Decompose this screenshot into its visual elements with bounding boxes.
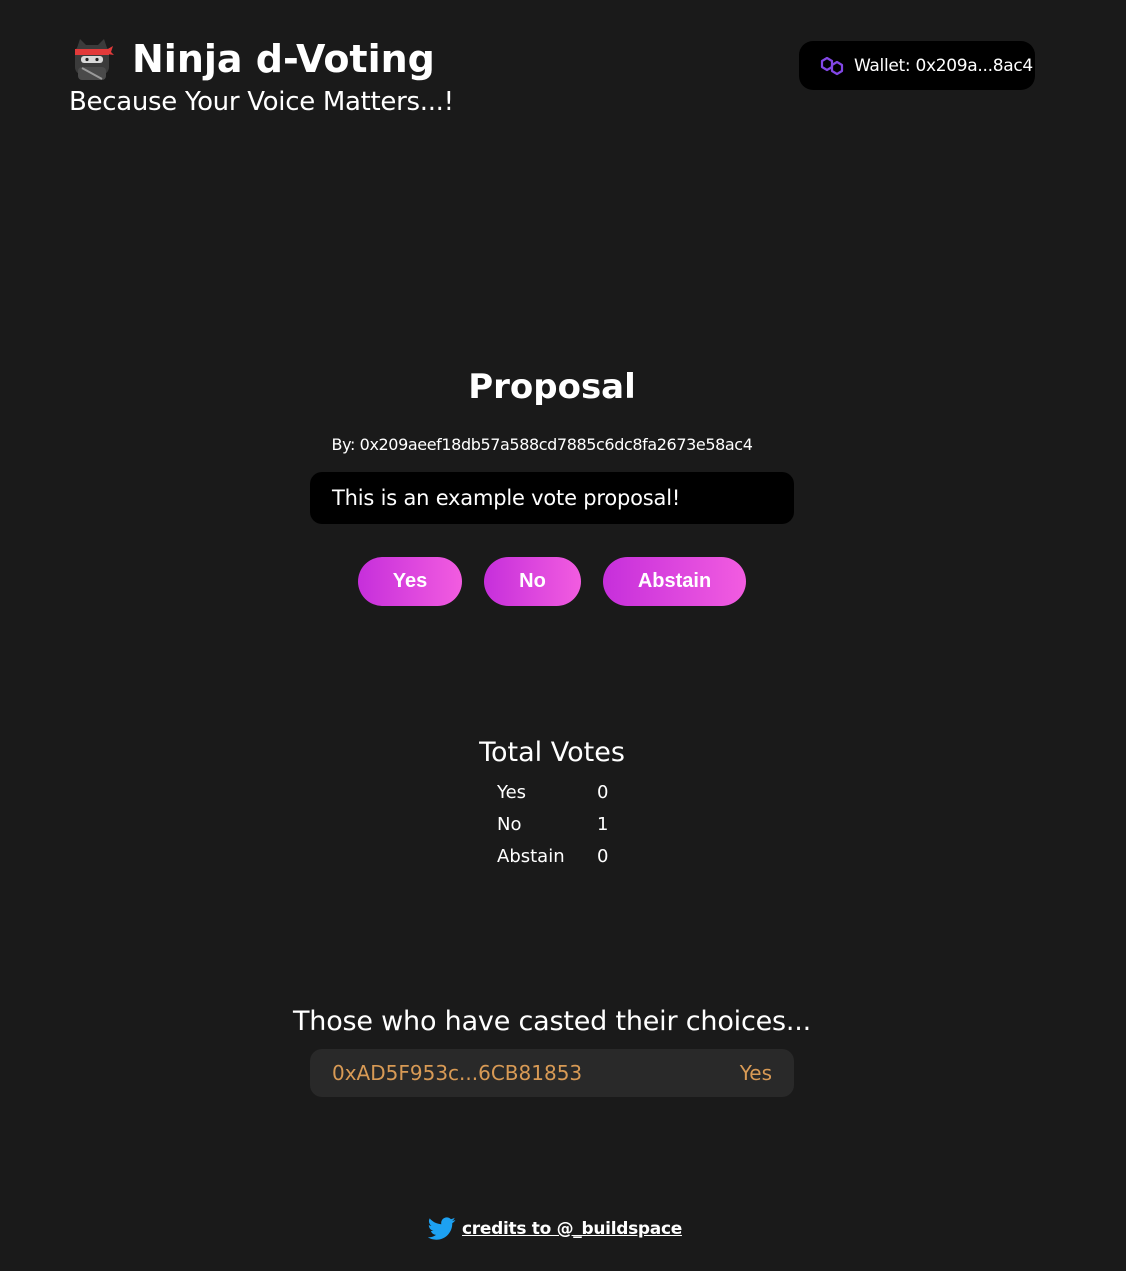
totals-count: 0 xyxy=(597,845,609,867)
voter-list-item: 0xAD5F953c...6CB81853 Yes xyxy=(310,1049,794,1097)
totals-count: 1 xyxy=(597,813,609,835)
wallet-address: Wallet: 0x209a...8ac4 xyxy=(854,55,1033,76)
app-title: Ninja d-Voting xyxy=(132,37,435,81)
app-tagline: Because Your Voice Matters...! xyxy=(69,87,454,117)
ninja-cat-icon xyxy=(75,39,114,80)
totals-count: 0 xyxy=(597,781,609,803)
vote-abstain-button[interactable]: Abstain xyxy=(603,557,746,606)
totals-label: No xyxy=(497,813,522,835)
totals-row-yes: Yes 0 xyxy=(497,776,608,808)
vote-no-button[interactable]: No xyxy=(484,557,581,606)
polygon-icon xyxy=(820,56,844,75)
footer: credits to @_buildspace xyxy=(0,1217,1110,1241)
title-row: Ninja d-Voting xyxy=(70,34,454,84)
voter-choice: Yes xyxy=(739,1061,772,1085)
totals-label: Abstain xyxy=(497,845,565,867)
totals-row-no: No 1 xyxy=(497,808,608,840)
app-header: Ninja d-Voting Because Your Voice Matter… xyxy=(69,34,454,119)
credits-link[interactable]: credits to @_buildspace xyxy=(462,1219,682,1239)
totals-row-abstain: Abstain 0 xyxy=(497,840,608,872)
proposal-title: Proposal xyxy=(468,367,636,407)
voter-address: 0xAD5F953c...6CB81853 xyxy=(332,1061,583,1085)
vote-yes-button[interactable]: Yes xyxy=(358,557,462,606)
voters-title: Those who have casted their choices... xyxy=(292,1006,812,1037)
proposal-description: This is an example vote proposal! xyxy=(310,472,794,524)
totals-label: Yes xyxy=(497,781,527,803)
total-votes-table: Yes 0 No 1 Abstain 0 xyxy=(497,776,608,872)
total-votes-title: Total Votes xyxy=(479,737,625,768)
twitter-icon xyxy=(428,1217,456,1240)
proposal-author: By: 0x209aeef18db57a588cd7885c6dc8fa2673… xyxy=(331,435,753,454)
wallet-button[interactable]: Wallet: 0x209a...8ac4 xyxy=(799,41,1035,90)
proposal-text: This is an example vote proposal! xyxy=(332,486,681,510)
